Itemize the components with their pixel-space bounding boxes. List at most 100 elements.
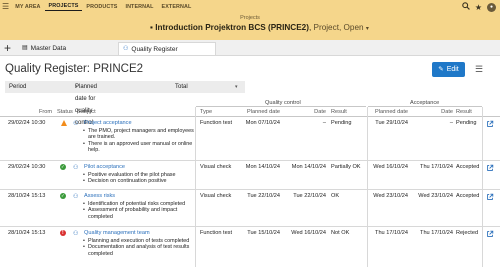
row-from: 28/10/24 15:13 — [8, 230, 46, 236]
table-row[interactable]: 29/02/24 10:30 ⚇ Project acceptance The … — [0, 117, 500, 161]
open-external-icon[interactable] — [486, 193, 494, 201]
bullet-item: The PMO, project managers and employees … — [83, 128, 195, 141]
col-status[interactable]: Status — [57, 109, 73, 116]
row-qc-planned: Mon 07/10/24 — [245, 120, 280, 126]
row-qc-date: Tue 22/10/24 — [293, 193, 326, 199]
row-subject[interactable]: Project acceptance — [84, 120, 132, 127]
row-acc-date: Wed 23/10/24 — [418, 193, 453, 199]
col-qc-date[interactable]: Date — [284, 109, 326, 116]
row-qc-planned: Tue 22/10/24 — [247, 193, 280, 199]
header-tools: ★ ● — [462, 2, 496, 12]
column-divider — [482, 107, 483, 267]
chevron-down-icon: ▾ — [365, 26, 369, 32]
row-description: Planning and execution of tests complete… — [83, 238, 195, 257]
nav-internal[interactable]: INTERNAL — [121, 3, 157, 11]
row-acc-date: – — [449, 120, 453, 126]
total-value: Total — [175, 84, 188, 90]
row-acc-date: Thu 17/10/24 — [420, 230, 453, 236]
people-icon: ⚇ — [123, 45, 129, 52]
project-selector[interactable]: ▪ Introduction Projektron BCS (PRINCE2),… — [150, 22, 369, 35]
row-from: 28/10/24 15:13 — [8, 193, 46, 199]
row-qc-result: Not OK — [331, 230, 350, 236]
col-type[interactable]: Type — [200, 109, 212, 116]
open-external-icon[interactable] — [486, 120, 494, 128]
row-qc-result: OK — [331, 193, 340, 199]
quality-register-table: Quality control Acceptance From Status S… — [0, 99, 500, 267]
filter-bar: Period Planned date for quality control … — [5, 81, 245, 126]
settings-sliders-icon[interactable]: ☰ — [475, 64, 483, 75]
row-type: Function test — [200, 230, 233, 236]
row-qc-date: Mon 14/10/24 — [291, 164, 326, 170]
row-qc-result: Partially OK — [331, 164, 361, 170]
col-from[interactable]: From — [2, 109, 52, 116]
edit-button[interactable]: ✎ Edit — [432, 62, 465, 77]
row-qc-result: Pending — [331, 120, 352, 126]
open-external-icon[interactable] — [486, 164, 494, 172]
project-title: Introduction Projektron BCS (PRINCE2) — [155, 23, 309, 32]
col-subject[interactable]: Subject — [77, 109, 96, 116]
row-qc-date: Wed 16/10/24 — [291, 230, 326, 236]
row-description: Identification of potential risks comple… — [83, 201, 195, 220]
col-acc-planned[interactable]: Planned date — [366, 109, 408, 116]
tab-label: Master Data — [30, 45, 67, 52]
warning-status-icon — [61, 120, 67, 126]
column-divider — [367, 107, 368, 267]
table-row[interactable]: 28/10/24 15:13 ⚇ Assess risks Identifica… — [0, 190, 500, 227]
row-acc-planned: Thu 17/10/24 — [375, 230, 408, 236]
top-header: ☰ MY AREA PROJECTS PRODUCTS INTERNAL EXT… — [0, 0, 500, 40]
col-qc-result[interactable]: Result — [331, 109, 347, 116]
project-context: Projects ▪ Introduction Projektron BCS (… — [150, 15, 369, 35]
col-qc-planned[interactable]: Planned date — [238, 109, 280, 116]
column-header: From Status Subject Type Planned date Da… — [0, 107, 500, 117]
bullet-item: There is an approved user manual or onli… — [83, 141, 195, 154]
table-row[interactable]: 29/02/24 10:30 ⚇ Pilot acceptance Positi… — [0, 161, 500, 190]
row-type: Visual check — [200, 164, 232, 170]
col-acc-date[interactable]: Date — [411, 109, 453, 116]
user-avatar[interactable]: ● — [487, 2, 496, 12]
row-acc-date: Thu 17/10/24 — [420, 164, 453, 170]
nav-my-area[interactable]: MY AREA — [11, 3, 44, 11]
nav-external[interactable]: EXTERNAL — [158, 3, 196, 11]
search-icon[interactable] — [462, 2, 470, 12]
table-row[interactable]: 28/10/24 15:13 ⚇ Quality management team… — [0, 227, 500, 267]
row-qc-planned: Mon 14/10/24 — [245, 164, 280, 170]
folder-icon: ▤ — [22, 45, 28, 51]
work-package-icon: ⚇ — [73, 121, 79, 127]
work-package-icon: ⚇ — [73, 231, 79, 237]
nav-products[interactable]: PRODUCTS — [82, 3, 121, 11]
app-window: ☰ MY AREA PROJECTS PRODUCTS INTERNAL EXT… — [0, 0, 500, 273]
row-acc-planned: Tue 29/10/24 — [375, 120, 408, 126]
period-label: Period — [9, 84, 27, 90]
open-external-icon[interactable] — [486, 230, 494, 238]
row-type: Visual check — [200, 193, 232, 199]
row-from: 29/02/24 10:30 — [8, 164, 46, 170]
col-acc-result[interactable]: Result — [456, 109, 472, 116]
work-package-icon: ⚇ — [73, 165, 79, 171]
nav-projects[interactable]: PROJECTS — [44, 2, 83, 11]
row-description: The PMO, project managers and employees … — [83, 128, 195, 153]
favorites-star-icon[interactable]: ★ — [475, 3, 482, 12]
row-type: Function test — [200, 120, 233, 126]
edit-label: Edit — [446, 66, 459, 73]
pencil-icon: ✎ — [438, 66, 444, 73]
add-tab-icon[interactable]: + — [4, 41, 11, 55]
row-subject[interactable]: Pilot acceptance — [84, 164, 125, 171]
project-icon: ▪ — [150, 23, 153, 32]
tab-bar: + ▤ Master Data ⚇ Quality Register — [0, 40, 500, 56]
row-acc-planned: Wed 23/10/24 — [373, 193, 408, 199]
error-status-icon — [60, 230, 66, 236]
tab-quality-register[interactable]: ⚇ Quality Register — [118, 42, 216, 55]
row-acc-result: Pending — [456, 120, 477, 126]
chevron-down-icon[interactable]: ▾ — [235, 81, 238, 93]
breadcrumb[interactable]: Projects — [150, 15, 350, 22]
tab-label: Quality Register — [131, 45, 178, 53]
row-subject[interactable]: Quality management team — [84, 230, 150, 237]
bullet-item: Assessment of probability and impact com… — [83, 207, 195, 220]
row-subject[interactable]: Assess risks — [84, 193, 115, 200]
main-navigation: ☰ MY AREA PROJECTS PRODUCTS INTERNAL EXT… — [2, 2, 195, 11]
hamburger-menu-icon[interactable]: ☰ — [2, 2, 11, 11]
bullet-item: Documentation and analysis of test resul… — [83, 244, 195, 257]
tab-master-data[interactable]: ▤ Master Data — [18, 42, 116, 55]
row-acc-result: Accepted — [456, 193, 480, 199]
ok-status-icon — [60, 164, 66, 170]
